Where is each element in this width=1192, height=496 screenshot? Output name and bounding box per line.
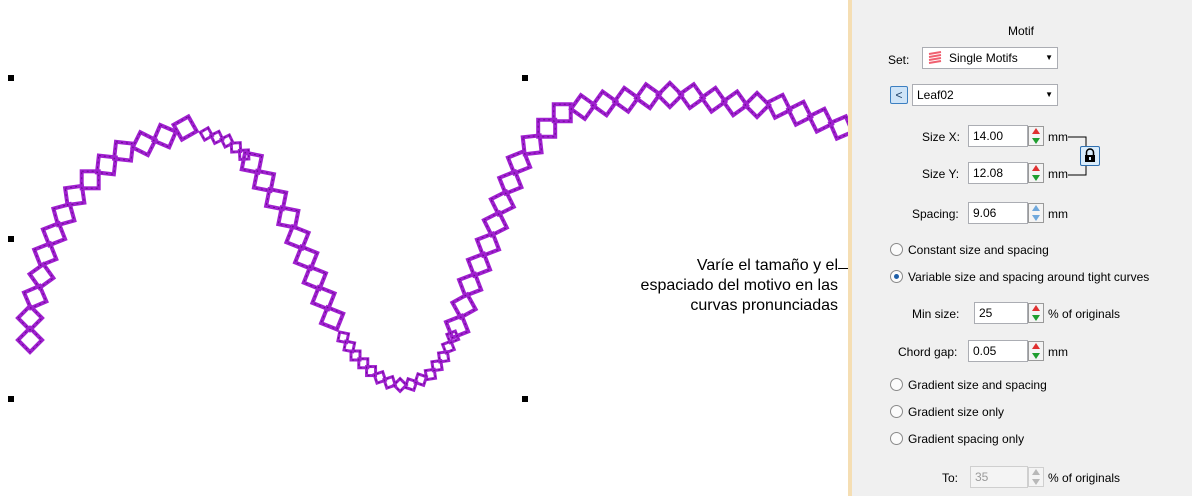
radio-gradient-size-spacing[interactable] <box>890 378 903 391</box>
motif-diamond <box>170 113 200 143</box>
motif-diamond <box>677 81 707 111</box>
lock-proportions-button[interactable] <box>1080 146 1100 166</box>
chord-gap-value: 0.05 <box>973 344 997 358</box>
selection-handle-top-right[interactable] <box>522 75 528 81</box>
motif-diamond <box>283 223 312 252</box>
callout-line-1: Varíe el tamaño y el <box>696 257 838 274</box>
embroidery-canvas[interactable] <box>0 0 860 496</box>
min-size-value: 25 <box>979 306 993 320</box>
motif-diamond <box>309 284 338 312</box>
min-size-stepper[interactable] <box>1028 303 1044 323</box>
set-dropdown-value: Single Motifs <box>949 51 1018 65</box>
motif-diamond <box>21 283 49 311</box>
motif-chain[interactable] <box>15 80 856 394</box>
to-label: To: <box>942 471 959 485</box>
min-size-input[interactable]: 25 <box>974 302 1028 324</box>
min-size-unit: % of originals <box>1048 307 1121 321</box>
motif-diamond <box>720 88 750 119</box>
size-x-unit: mm <box>1048 130 1068 144</box>
spacing-input[interactable]: 9.06 <box>968 202 1028 224</box>
motif-diamond <box>806 106 835 135</box>
motif-diamond <box>764 92 793 121</box>
chord-gap-unit: mm <box>1048 345 1068 359</box>
size-x-stepper[interactable] <box>1028 126 1044 146</box>
radio-constant-size-spacing[interactable] <box>890 243 903 256</box>
motif-diamond <box>129 129 159 158</box>
lock-icon <box>1085 148 1095 162</box>
motif-diamond <box>456 271 484 299</box>
motif-diamond <box>150 122 179 150</box>
label-gradient-size-only[interactable]: Gradient size only <box>908 404 1004 420</box>
set-label: Set: <box>888 53 910 67</box>
motif-diamond <box>611 85 641 115</box>
motif-diamond <box>481 209 510 238</box>
spacing-value: 9.06 <box>973 206 997 220</box>
selection-handle-bottom-left[interactable] <box>8 396 14 402</box>
panel-title: Motif <box>1008 24 1035 38</box>
motif-diamond <box>301 264 329 292</box>
motif-diamond <box>31 240 59 269</box>
size-y-unit: mm <box>1048 167 1068 181</box>
motif-diamond <box>318 304 346 333</box>
motif-diamond <box>111 139 136 163</box>
to-stepper[interactable] <box>1028 467 1044 487</box>
size-y-label: Size Y: <box>922 167 960 181</box>
spacing-stepper[interactable] <box>1028 203 1044 223</box>
motif-diamond <box>488 188 517 218</box>
to-input[interactable]: 35 <box>970 466 1028 488</box>
to-unit: % of originals <box>1048 471 1121 485</box>
min-size-label: Min size: <box>912 307 960 321</box>
motif-diamond <box>465 251 493 279</box>
chord-gap-stepper[interactable] <box>1028 341 1044 361</box>
motif-diamond <box>589 88 620 119</box>
label-gradient-size-spacing[interactable]: Gradient size and spacing <box>908 377 1047 393</box>
callout-line-3: curvas pronunciadas <box>690 297 838 314</box>
selection-handle-mid-left[interactable] <box>8 236 14 242</box>
selection-handle-top-left[interactable] <box>8 75 14 81</box>
radio-variable-size-spacing[interactable] <box>890 270 903 283</box>
size-x-input[interactable]: 14.00 <box>968 125 1028 147</box>
chord-gap-label: Chord gap: <box>898 345 958 359</box>
chord-gap-input[interactable]: 0.05 <box>968 340 1028 362</box>
motif-diamond <box>292 244 320 272</box>
size-x-value: 14.00 <box>973 129 1004 143</box>
motif-diamond <box>568 92 598 122</box>
radio-gradient-size-only[interactable] <box>890 405 903 418</box>
radio-gradient-spacing-only[interactable] <box>890 432 903 445</box>
motif-diamond <box>50 201 77 228</box>
motif-dropdown-value: Leaf02 <box>917 88 954 102</box>
chevron-down-icon: ▼ <box>1045 53 1053 62</box>
callout-annotation: Varíe el tamaño y el espaciado del motiv… <box>560 256 838 316</box>
spacing-label: Spacing: <box>912 207 959 221</box>
label-gradient-spacing-only[interactable]: Gradient spacing only <box>908 431 1024 447</box>
to-value: 35 <box>975 470 989 484</box>
motif-diamond <box>496 168 524 197</box>
motif-diamond <box>40 220 68 248</box>
motif-diamond <box>785 99 814 128</box>
motif-dropdown[interactable]: Leaf02 ▼ <box>912 84 1058 106</box>
motif-diamond <box>26 261 57 291</box>
spacing-unit: mm <box>1048 207 1068 221</box>
callout-line-2: espaciado del motivo en las <box>640 277 838 294</box>
label-variable-size-spacing[interactable]: Variable size and spacing around tight c… <box>908 269 1149 285</box>
chevron-down-icon: ▼ <box>1045 90 1053 99</box>
set-dropdown[interactable]: Single Motifs ▼ <box>922 47 1058 69</box>
motif-diamond <box>698 85 729 115</box>
label-constant-size-spacing[interactable]: Constant size and spacing <box>908 242 1049 258</box>
size-y-input[interactable]: 12.08 <box>968 162 1028 184</box>
motif-diamond <box>474 231 502 259</box>
motif-set-icon <box>928 51 942 64</box>
size-y-stepper[interactable] <box>1028 163 1044 183</box>
size-x-label: Size X: <box>922 130 961 144</box>
previous-motif-button[interactable]: < <box>890 86 908 104</box>
size-y-value: 12.08 <box>973 166 1004 180</box>
selection-handle-bottom-right[interactable] <box>522 396 528 402</box>
motif-diamond <box>443 313 471 341</box>
motif-panel: Motif Set: Single Motifs ▼ < Leaf02 ▼ Si… <box>848 0 1192 496</box>
